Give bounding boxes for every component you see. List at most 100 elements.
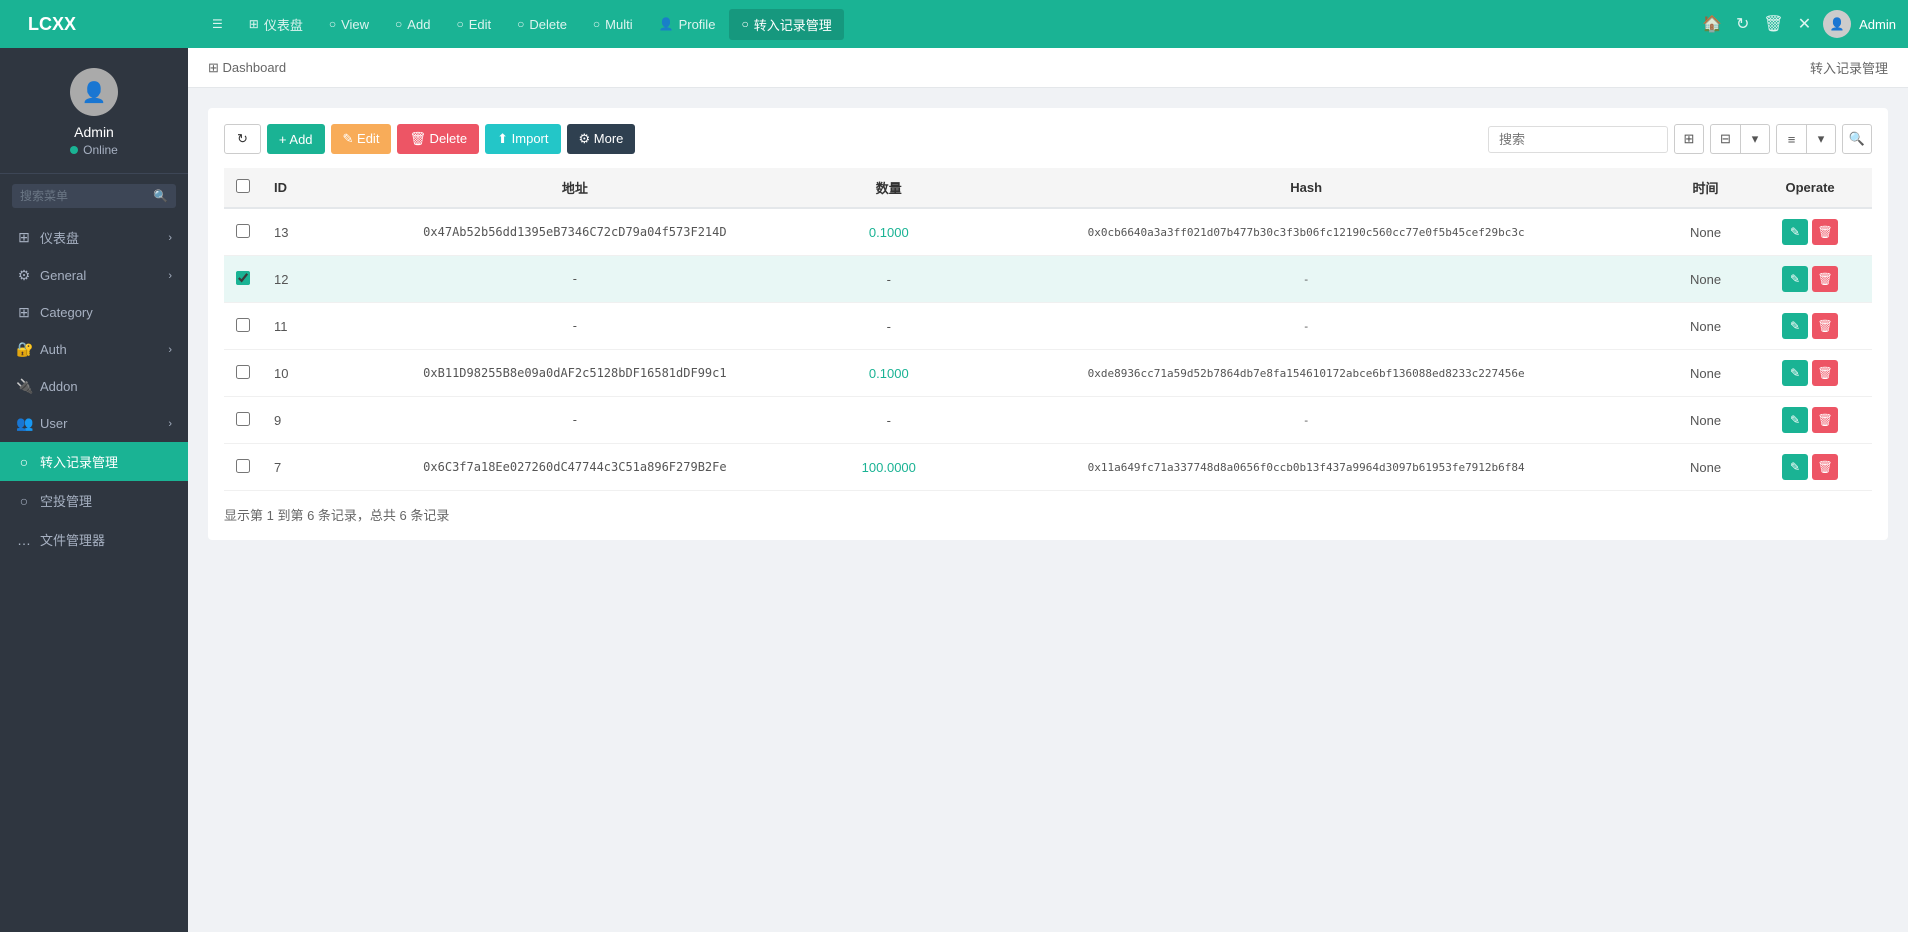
sidebar-item-file-mgmt[interactable]: … 文件管理器 [0, 520, 188, 559]
refresh-icon[interactable]: ↻ [1736, 14, 1749, 34]
user-sidebar-icon: 👥 [16, 415, 32, 432]
row-checkbox-3[interactable] [236, 365, 250, 379]
row-checkbox-5[interactable] [236, 459, 250, 473]
breadcrumb-right: 转入记录管理 [1810, 58, 1888, 77]
edit-row-btn-0[interactable]: ✎ [1782, 219, 1808, 245]
view-nav-icon: ○ [329, 17, 336, 31]
toolbar-left: ↻ + Add ✎ Edit 🗑 Delete ⬆ Import ⚙ More [224, 124, 635, 154]
sidebar-item-auth[interactable]: 🔐 Auth › [0, 331, 188, 368]
transfer-nav-icon: ○ [741, 17, 748, 31]
multi-nav-icon: ○ [593, 17, 600, 31]
edit-row-btn-4[interactable]: ✎ [1782, 407, 1808, 433]
data-table: ID 地址 数量 Hash 时间 Operate 13 0x47Ab52b56d… [224, 168, 1872, 491]
row-id-1: 12 [262, 256, 322, 303]
edit-row-btn-2[interactable]: ✎ [1782, 313, 1808, 339]
column-dropdown-button[interactable]: ▾ [1806, 124, 1836, 154]
breadcrumb-left: ⊞ Dashboard [208, 60, 286, 76]
delete-button[interactable]: 🗑 Delete [397, 124, 479, 154]
column-icon-button[interactable]: ≡ [1776, 124, 1806, 154]
home-icon[interactable]: 🏠 [1702, 14, 1722, 34]
import-button[interactable]: ⬆ Import [485, 124, 560, 154]
nav-transfer[interactable]: ○ 转入记录管理 [729, 9, 843, 40]
menu-icon: ☰ [212, 17, 223, 31]
toolbar: ↻ + Add ✎ Edit 🗑 Delete ⬆ Import ⚙ More … [224, 124, 1872, 154]
row-hash-5: 0x11a649fc71a337748d8a0656f0ccb0b13f437a… [949, 444, 1663, 491]
nav-multi[interactable]: ○ Multi [581, 11, 645, 38]
close-icon[interactable]: ✕ [1798, 14, 1811, 34]
admin-name: Admin [1859, 17, 1896, 32]
search-input[interactable] [1488, 126, 1668, 153]
delete-row-btn-0[interactable]: 🗑 [1812, 219, 1838, 245]
row-checkbox-1[interactable] [236, 271, 250, 285]
toolbar-right: ⊞ ⊟ ▾ ≡ ▾ 🔍 [1488, 124, 1872, 154]
delete-row-btn-1[interactable]: 🗑 [1812, 266, 1838, 292]
select-all-header [224, 168, 262, 208]
content-card: ↻ + Add ✎ Edit 🗑 Delete ⬆ Import ⚙ More … [208, 108, 1888, 540]
nav-edit[interactable]: ○ Edit [444, 11, 503, 38]
sidebar-nav: ⊞ 仪表盘 › ⚙ General › ⊞ Category [0, 218, 188, 932]
nav-delete[interactable]: ○ Delete [505, 11, 579, 38]
delete-row-btn-4[interactable]: 🗑 [1812, 407, 1838, 433]
table-footer: 显示第 1 到第 6 条记录，总共 6 条记录 [224, 505, 1872, 524]
sidebar-item-transfer[interactable]: ○ 转入记录管理 [0, 442, 188, 481]
row-checkbox-cell [224, 208, 262, 256]
row-time-1: None [1663, 256, 1748, 303]
breadcrumb-bar: ⊞ Dashboard 转入记录管理 [188, 48, 1908, 88]
row-checkbox-2[interactable] [236, 318, 250, 332]
edit-row-btn-5[interactable]: ✎ [1782, 454, 1808, 480]
col-id: ID [262, 168, 322, 208]
row-address-5: 0x6C3f7a18Ee027260dC47744c3C51a896F279B2… [322, 444, 829, 491]
edit-button[interactable]: ✎ Edit [331, 124, 392, 154]
sidebar-search-container: 🔍 [0, 174, 188, 218]
nav-view[interactable]: ○ View [317, 11, 381, 38]
sidebar-item-general[interactable]: ⚙ General › [0, 257, 188, 294]
col-amount: 数量 [828, 168, 949, 208]
row-amount-5: 100.0000 [828, 444, 949, 491]
refresh-button[interactable]: ↻ [224, 124, 261, 154]
select-all-checkbox[interactable] [236, 179, 250, 193]
sidebar-item-airdrop[interactable]: ○ 空投管理 [0, 481, 188, 520]
admin-area[interactable]: 👤 Admin [1823, 10, 1896, 38]
table-row: 11 - - - None ✎ 🗑 [224, 303, 1872, 350]
delete-row-btn-3[interactable]: 🗑 [1812, 360, 1838, 386]
sidebar-item-category[interactable]: ⊞ Category [0, 294, 188, 331]
row-checkbox-0[interactable] [236, 224, 250, 238]
sidebar-item-dashboard[interactable]: ⊞ 仪表盘 › [0, 218, 188, 257]
edit-row-btn-3[interactable]: ✎ [1782, 360, 1808, 386]
grid-dropdown-button[interactable]: ▾ [1740, 124, 1770, 154]
sidebar-search-input[interactable] [12, 184, 176, 208]
profile-nav-icon: 👤 [659, 17, 674, 31]
auth-chevron-icon: › [168, 344, 172, 356]
sidebar-item-addon[interactable]: 🔌 Addon [0, 368, 188, 405]
sidebar-item-user[interactable]: 👥 User › [0, 405, 188, 442]
add-button[interactable]: + Add [267, 124, 325, 154]
edit-row-btn-1[interactable]: ✎ [1782, 266, 1808, 292]
row-checkbox-cell [224, 256, 262, 303]
delete-row-btn-2[interactable]: 🗑 [1812, 313, 1838, 339]
row-checkbox-4[interactable] [236, 412, 250, 426]
top-navbar: LCXX ☰ ⊞ 仪表盘 ○ View ○ Add ○ Edit ○ Delet… [0, 0, 1908, 48]
delete-row-btn-5[interactable]: 🗑 [1812, 454, 1838, 480]
nav-menu-toggle[interactable]: ☰ [200, 11, 235, 37]
breadcrumb-icon: ⊞ [208, 60, 223, 75]
nav-add[interactable]: ○ Add [383, 11, 442, 38]
col-time: 时间 [1663, 168, 1748, 208]
row-time-2: None [1663, 303, 1748, 350]
advanced-search-button[interactable]: 🔍 [1842, 124, 1872, 154]
sidebar-search-icon: 🔍 [153, 189, 168, 203]
row-time-0: None [1663, 208, 1748, 256]
more-button[interactable]: ⚙ More [567, 124, 636, 154]
dashboard-sidebar-icon: ⊞ [16, 229, 32, 246]
row-checkbox-cell [224, 444, 262, 491]
content-body: ↻ + Add ✎ Edit 🗑 Delete ⬆ Import ⚙ More … [188, 88, 1908, 932]
row-operate-4: ✎ 🗑 [1748, 397, 1872, 444]
row-operate-3: ✎ 🗑 [1748, 350, 1872, 397]
table-view-button[interactable]: ⊞ [1674, 124, 1704, 154]
nav-dashboard[interactable]: ⊞ 仪表盘 [237, 9, 315, 40]
row-id-2: 11 [262, 303, 322, 350]
row-checkbox-cell [224, 397, 262, 444]
dashboard-nav-icon: ⊞ [249, 17, 259, 31]
grid-icon-button[interactable]: ⊟ [1710, 124, 1740, 154]
nav-profile[interactable]: 👤 Profile [647, 11, 728, 38]
trash-icon[interactable]: 🗑 [1763, 14, 1783, 34]
